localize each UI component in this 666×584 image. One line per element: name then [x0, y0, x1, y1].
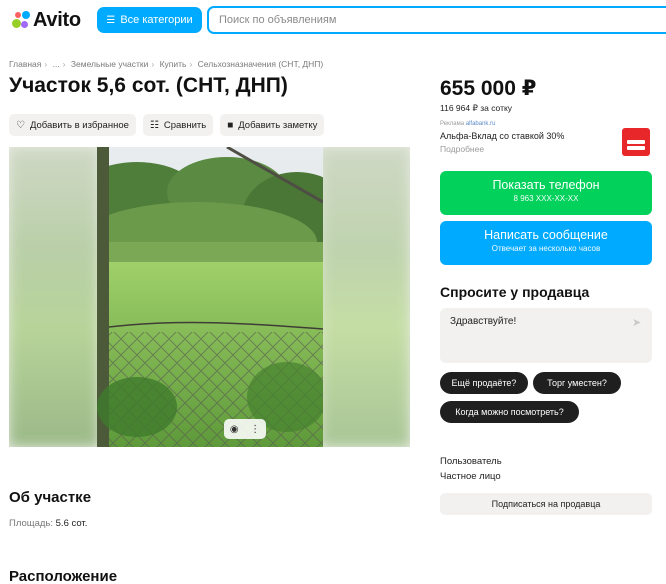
- favorite-label: Добавить в избранное: [29, 119, 129, 131]
- breadcrumb-item-ellipsis[interactable]: ...: [53, 59, 60, 69]
- breadcrumb-item-buy[interactable]: Купить: [160, 59, 187, 69]
- seller-name[interactable]: Пользователь: [440, 456, 502, 467]
- heart-icon: ♡: [16, 119, 25, 131]
- area-info: Площадь: 5.6 сот.: [9, 518, 87, 529]
- compare-button[interactable]: ☷ Сравнить: [142, 114, 214, 136]
- categories-icon: ☰: [106, 14, 116, 26]
- area-label: Площадь:: [9, 518, 53, 529]
- breadcrumb-item-home[interactable]: Главная: [9, 59, 41, 69]
- price-per-sotka: 116 964 ₽ за сотку: [440, 103, 513, 113]
- compare-label: Сравнить: [163, 119, 207, 131]
- quick-question-still-selling[interactable]: Ещё продаёте?: [440, 372, 528, 394]
- ad-domain[interactable]: alfabank.ru: [466, 121, 496, 127]
- listing-actions: ♡ Добавить в избранное ☷ Сравнить ■ Доба…: [9, 114, 325, 136]
- all-categories-button[interactable]: ☰ Все категории: [97, 7, 202, 33]
- price: 655 000 ₽: [440, 77, 537, 100]
- photo-controls: ◉ ⋮: [224, 419, 266, 439]
- search-placeholder: Поиск по объявлениям: [219, 14, 337, 26]
- quick-question-viewing[interactable]: Когда можно посмотреть?: [440, 401, 579, 423]
- gallery-blur-right: [320, 147, 410, 447]
- more-icon[interactable]: ⋮: [250, 424, 260, 435]
- message-input[interactable]: Здравствуйте!: [440, 308, 652, 363]
- show-phone-label: Показать телефон: [492, 178, 600, 192]
- add-to-favorites-button[interactable]: ♡ Добавить в избранное: [9, 114, 136, 136]
- quick-question-bargain[interactable]: Торг уместен?: [533, 372, 621, 394]
- send-icon[interactable]: ➤: [632, 316, 641, 329]
- gallery-blur-left: [9, 147, 99, 447]
- show-phone-button[interactable]: Показать телефон 8 963 XXX-XX-XX: [440, 171, 652, 215]
- avito-logo[interactable]: Avito: [12, 8, 81, 32]
- ad-tag-label: Реклама: [440, 121, 465, 127]
- search-input[interactable]: Поиск по объявлениям: [207, 6, 666, 34]
- logo-text: Avito: [33, 8, 81, 31]
- phone-number: 8 963 XXX-XX-XX: [513, 194, 579, 203]
- avito-logo-icon: [12, 11, 30, 29]
- subscribe-seller-button[interactable]: Подписаться на продавца: [440, 493, 652, 515]
- area-value: 5.6 сот.: [55, 518, 88, 529]
- camera-icon[interactable]: ◉: [230, 424, 239, 435]
- note-label: Добавить заметку: [238, 119, 318, 131]
- photo-gallery[interactable]: ◉ ⋮: [9, 147, 410, 447]
- page-title: Участок 5,6 сот. (СНТ, ДНП): [9, 74, 288, 97]
- breadcrumb-item-land[interactable]: Земельные участки: [71, 59, 148, 69]
- breadcrumb-item-category[interactable]: Сельхозназначения (СНТ, ДНП): [198, 59, 324, 69]
- all-categories-label: Все категории: [120, 14, 193, 26]
- ad-title[interactable]: Альфа-Вклад со ставкой 30%: [440, 131, 564, 141]
- add-note-button[interactable]: ■ Добавить заметку: [220, 114, 325, 136]
- location-heading: Расположение: [9, 568, 118, 584]
- about-heading: Об участке: [9, 489, 92, 506]
- ask-seller-heading: Спросите у продавца: [440, 284, 590, 300]
- write-message-label: Написать сообщение: [484, 228, 608, 242]
- write-message-button[interactable]: Написать сообщение Отвечает за несколько…: [440, 221, 652, 265]
- compare-icon: ☷: [149, 119, 159, 131]
- seller-type: Частное лицо: [440, 471, 501, 482]
- listing-photo[interactable]: ◉ ⋮: [97, 147, 323, 447]
- ad-tag: Реклама alfabank.ru: [440, 121, 495, 127]
- breadcrumb: Главная › ... › Земельные участки › Купить ›…: [9, 59, 324, 69]
- ad-more-link[interactable]: Подробнее: [440, 144, 484, 154]
- alfabank-logo-icon[interactable]: [622, 128, 650, 156]
- response-time: Отвечает за несколько часов: [491, 244, 601, 253]
- note-icon: ■: [227, 119, 234, 131]
